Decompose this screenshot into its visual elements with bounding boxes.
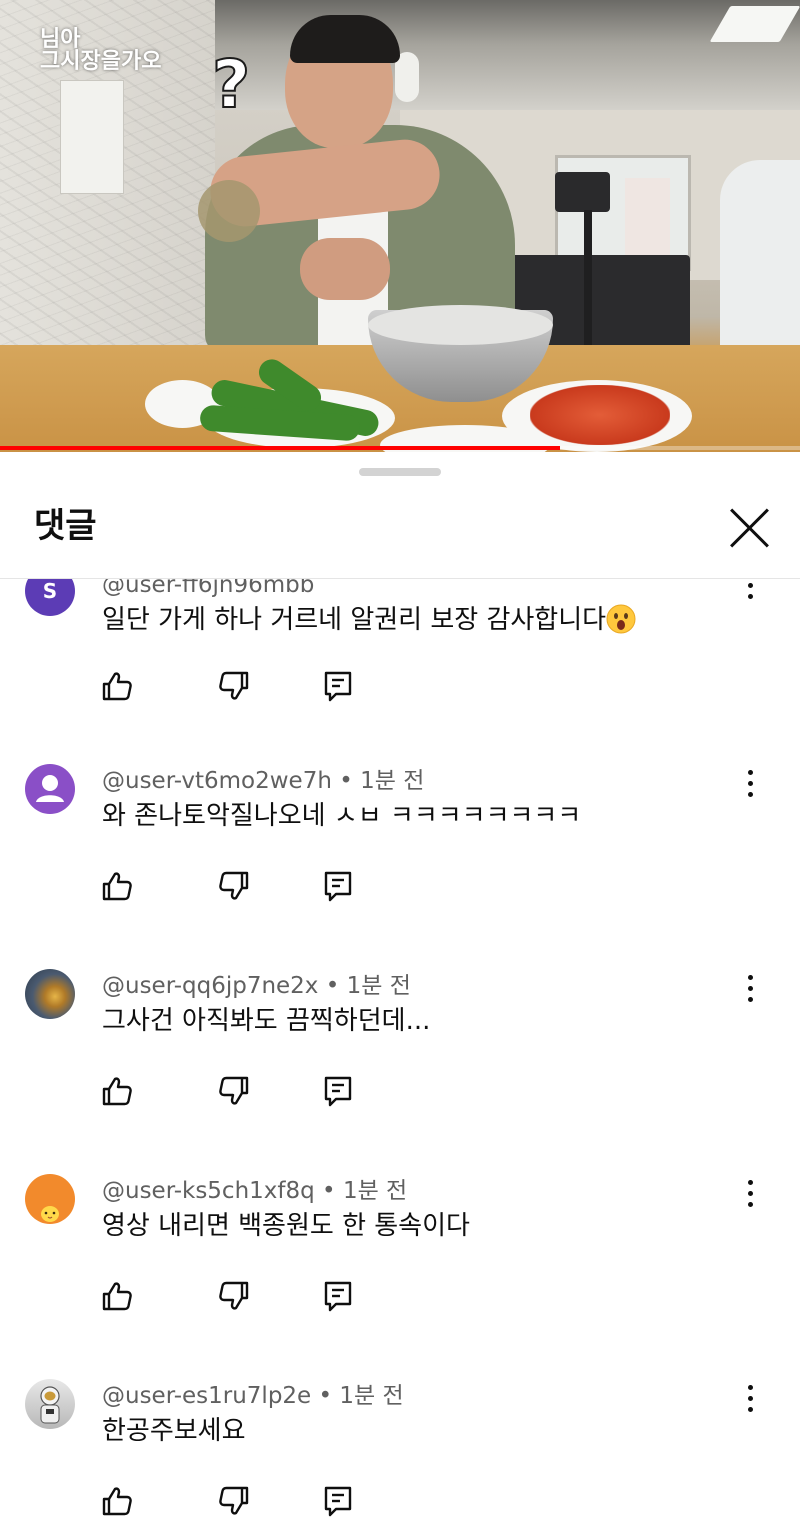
face-with-open-mouth-emoji <box>606 604 636 634</box>
meta-separator: • <box>325 973 347 999</box>
reply-comment-icon[interactable] <box>322 669 356 703</box>
thumbs-up-icon[interactable] <box>100 1074 134 1108</box>
video-overlay-question-mark: ? <box>211 46 251 123</box>
meta-separator: • <box>322 1178 343 1204</box>
default-person-icon <box>36 775 64 802</box>
video-frame-bowl-rim <box>368 305 553 345</box>
thumbs-up-icon[interactable] <box>100 869 134 903</box>
more-vertical-icon[interactable] <box>735 579 765 606</box>
astronaut-icon <box>40 1386 60 1424</box>
comment-text: 영상 내리면 백종원도 한 통속이다 <box>102 1211 470 1241</box>
comment-time: 1분 전 <box>346 973 411 999</box>
comment-time: 1분 전 <box>360 768 425 794</box>
video-progress-bar[interactable] <box>0 446 800 450</box>
thumbs-down-icon[interactable] <box>217 869 251 903</box>
more-vertical-icon[interactable] <box>735 969 765 1009</box>
comment-actions <box>100 869 370 909</box>
video-frame-person-right <box>720 160 800 360</box>
comment-author[interactable]: @user-es1ru7lp2e <box>102 1383 311 1409</box>
video-player[interactable]: 님아 그시장을가오 ? <box>0 0 800 452</box>
avatar[interactable] <box>25 764 75 814</box>
video-progress-fill <box>0 446 560 450</box>
thumbs-up-icon[interactable] <box>100 1279 134 1313</box>
more-vertical-icon[interactable] <box>735 1174 765 1214</box>
more-vertical-icon[interactable] <box>735 1379 765 1419</box>
comment-time: 1분 전 <box>339 1383 404 1409</box>
comment-item: @user-qq6jp7ne2x • 1분 전 그사건 아직봐도 끔찍하던데..… <box>0 914 800 1119</box>
comments-sheet: 댓글 S @user-ff6jn96mbb 일단 가게 하나 거르네 알권리 보… <box>0 452 800 1539</box>
reply-comment-icon[interactable] <box>322 1484 356 1518</box>
comment-author[interactable]: @user-ks5ch1xf8q <box>102 1178 315 1204</box>
comment-item: @user-es1ru7lp2e • 1분 전 한공주보세요 <box>0 1324 800 1529</box>
thumbs-up-icon[interactable] <box>100 669 134 703</box>
comment-meta: @user-qq6jp7ne2x • 1분 전 <box>102 972 411 1000</box>
video-frame-man-hair <box>290 15 400 63</box>
comment-text: 일단 가게 하나 거르네 알권리 보장 감사합니다 <box>102 603 636 637</box>
video-frame-tripod <box>584 210 592 360</box>
comment-author[interactable]: @user-vt6mo2we7h <box>102 768 332 794</box>
meta-separator: • <box>339 768 361 794</box>
reply-comment-icon[interactable] <box>322 869 356 903</box>
thumbs-down-icon[interactable] <box>217 1074 251 1108</box>
thumbs-up-icon[interactable] <box>100 1484 134 1518</box>
comment-meta: @user-ks5ch1xf8q • 1분 전 <box>102 1177 407 1205</box>
reply-comment-icon[interactable] <box>322 1279 356 1313</box>
thumbs-down-icon[interactable] <box>217 1484 251 1518</box>
close-icon[interactable] <box>726 504 774 552</box>
comment-list[interactable]: S @user-ff6jn96mbb 일단 가게 하나 거르네 알권리 보장 감… <box>0 579 800 1539</box>
cartoon-face-icon <box>41 1206 59 1222</box>
reply-comment-icon[interactable] <box>322 1074 356 1108</box>
comment-meta: @user-vt6mo2we7h • 1분 전 <box>102 767 424 795</box>
video-frame-man-hand <box>300 238 390 300</box>
comments-title: 댓글 <box>34 506 97 546</box>
comment-author[interactable]: @user-qq6jp7ne2x <box>102 973 318 999</box>
comment-text: 한공주보세요 <box>102 1416 246 1446</box>
avatar-letter: S <box>42 579 58 603</box>
meta-separator: • <box>318 1383 340 1409</box>
avatar[interactable] <box>25 1379 75 1429</box>
avatar[interactable] <box>25 1174 75 1224</box>
thumbs-down-icon[interactable] <box>217 669 251 703</box>
thumbs-down-icon[interactable] <box>217 1279 251 1313</box>
comment-actions <box>100 1279 370 1319</box>
sheet-drag-handle[interactable] <box>359 468 441 476</box>
video-frame-calendar <box>60 80 124 194</box>
comment-author[interactable]: @user-ff6jn96mbb <box>102 579 314 598</box>
video-frame-kimchi <box>530 385 670 445</box>
comment-item: @user-ks5ch1xf8q • 1분 전 영상 내리면 백종원도 한 통속… <box>0 1119 800 1324</box>
comment-item: S @user-ff6jn96mbb 일단 가게 하나 거르네 알권리 보장 감… <box>0 579 800 714</box>
more-vertical-icon[interactable] <box>735 764 765 804</box>
video-frame-camera <box>555 172 610 212</box>
comment-actions <box>100 669 370 709</box>
comment-actions <box>100 1484 370 1524</box>
comment-time: 1분 전 <box>342 1178 408 1204</box>
comment-text: 와 존나토악질나오네 ㅅㅂ ㅋㅋㅋㅋㅋㅋㅋㅋ <box>102 801 582 831</box>
comment-text-content: 일단 가게 하나 거르네 알권리 보장 감사합니다 <box>102 605 607 635</box>
comment-item: @user-vt6mo2we7h • 1분 전 와 존나토악질나오네 ㅅㅂ ㅋㅋ… <box>0 709 800 914</box>
video-frame-poster <box>625 178 670 258</box>
comment-text: 그사건 아직봐도 끔찍하던데... <box>102 1006 431 1036</box>
avatar[interactable] <box>25 969 75 1019</box>
comment-meta: @user-es1ru7lp2e • 1분 전 <box>102 1382 404 1410</box>
video-overlay-title: 님아 그시장을가오 <box>40 26 162 74</box>
comment-meta: @user-ff6jn96mbb <box>102 579 314 599</box>
avatar[interactable]: S <box>25 579 75 616</box>
comment-actions <box>100 1074 370 1114</box>
video-frame-cup <box>198 180 260 242</box>
